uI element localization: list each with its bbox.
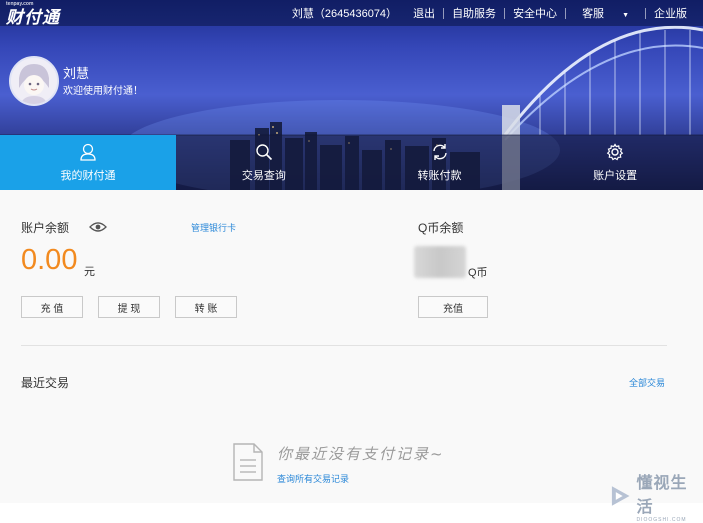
avatar-image-icon — [11, 58, 57, 104]
withdraw-button[interactable]: 提 现 — [98, 296, 160, 318]
query-all-records-link[interactable]: 查询所有交易记录 — [277, 472, 349, 485]
tab-my-tenpay[interactable]: 我的财付通 — [0, 135, 176, 190]
enterprise-link[interactable]: 企业版 — [646, 5, 695, 21]
manage-bank-card-link[interactable]: 管理银行卡 — [191, 221, 236, 234]
empty-records-text: 你最近没有支付记录~ — [277, 445, 445, 463]
tab-transfer-payment[interactable]: 转账付款 — [351, 135, 528, 190]
watermark-sub: DIOOGSHI.COM — [636, 517, 687, 523]
balance-title: 账户余额 — [21, 221, 70, 235]
recharge-button[interactable]: 充 值 — [21, 296, 83, 318]
balance-unit: 元 — [84, 266, 95, 278]
search-icon — [256, 143, 272, 160]
security-center-link[interactable]: 安全中心 — [505, 5, 565, 21]
main-content: 账户余额 管理银行卡 0.00 元 充 值 提 现 转 账 Q币余额 Q币 充值… — [0, 190, 703, 503]
qcoin-title: Q币余额 — [418, 221, 464, 235]
watermark: 懂视生活 DIOOGSHI.COM — [607, 469, 703, 523]
document-icon — [233, 443, 263, 481]
logout-link[interactable]: 退出 — [405, 5, 443, 21]
gear-icon — [606, 142, 624, 160]
eye-icon[interactable] — [89, 221, 107, 233]
logo-text: 财付通 — [6, 8, 60, 27]
all-transactions-link[interactable]: 全部交易 — [629, 376, 665, 389]
play-logo-icon — [611, 486, 630, 506]
welcome-text: 欢迎使用财付通！ — [63, 86, 143, 97]
tenpay-logo[interactable]: tenpay.com 财付通 — [6, 1, 60, 28]
watermark-name: 懂视生活 — [636, 475, 688, 516]
transfer-button[interactable]: 转 账 — [175, 296, 237, 318]
hero-banner: tenpay.com 财付通 刘慧（2645436074） 退出 自助服务 安全… — [0, 0, 703, 190]
tab-label: 交易查询 — [241, 169, 286, 182]
top-nav: 刘慧（2645436074） 退出 自助服务 安全中心 客服 ▼ 企业版 — [284, 0, 695, 26]
caret-down-icon: ▼ — [622, 12, 629, 19]
tab-account-settings[interactable]: 账户设置 — [527, 135, 703, 190]
tab-label: 账户设置 — [593, 169, 638, 182]
balance-amount: 0.00 — [21, 244, 78, 276]
section-divider — [21, 345, 667, 346]
customer-service-label: 客服 — [582, 8, 605, 20]
user-icon — [80, 143, 96, 161]
main-tabs: 我的财付通 交易查询 转账付款 账户设置 — [0, 135, 703, 190]
qcoin-unit: Q币 — [468, 267, 488, 279]
avatar[interactable] — [9, 56, 59, 106]
user-name: 刘慧 — [63, 66, 90, 81]
tab-transaction-query[interactable]: 交易查询 — [176, 135, 352, 190]
customer-service-menu[interactable]: 客服 ▼ — [566, 5, 645, 21]
logo-small-text: tenpay.com — [6, 1, 34, 7]
user-id-label: 刘慧（2645436074） — [291, 8, 398, 20]
tab-label: 转账付款 — [417, 169, 462, 182]
self-service-link[interactable]: 自助服务 — [444, 5, 504, 21]
qcoin-amount-blurred — [414, 246, 466, 278]
transfer-icon — [432, 143, 447, 160]
tab-label: 我的财付通 — [60, 169, 116, 182]
recent-transactions-title: 最近交易 — [21, 376, 70, 390]
qcoin-recharge-button[interactable]: 充值 — [418, 296, 488, 318]
